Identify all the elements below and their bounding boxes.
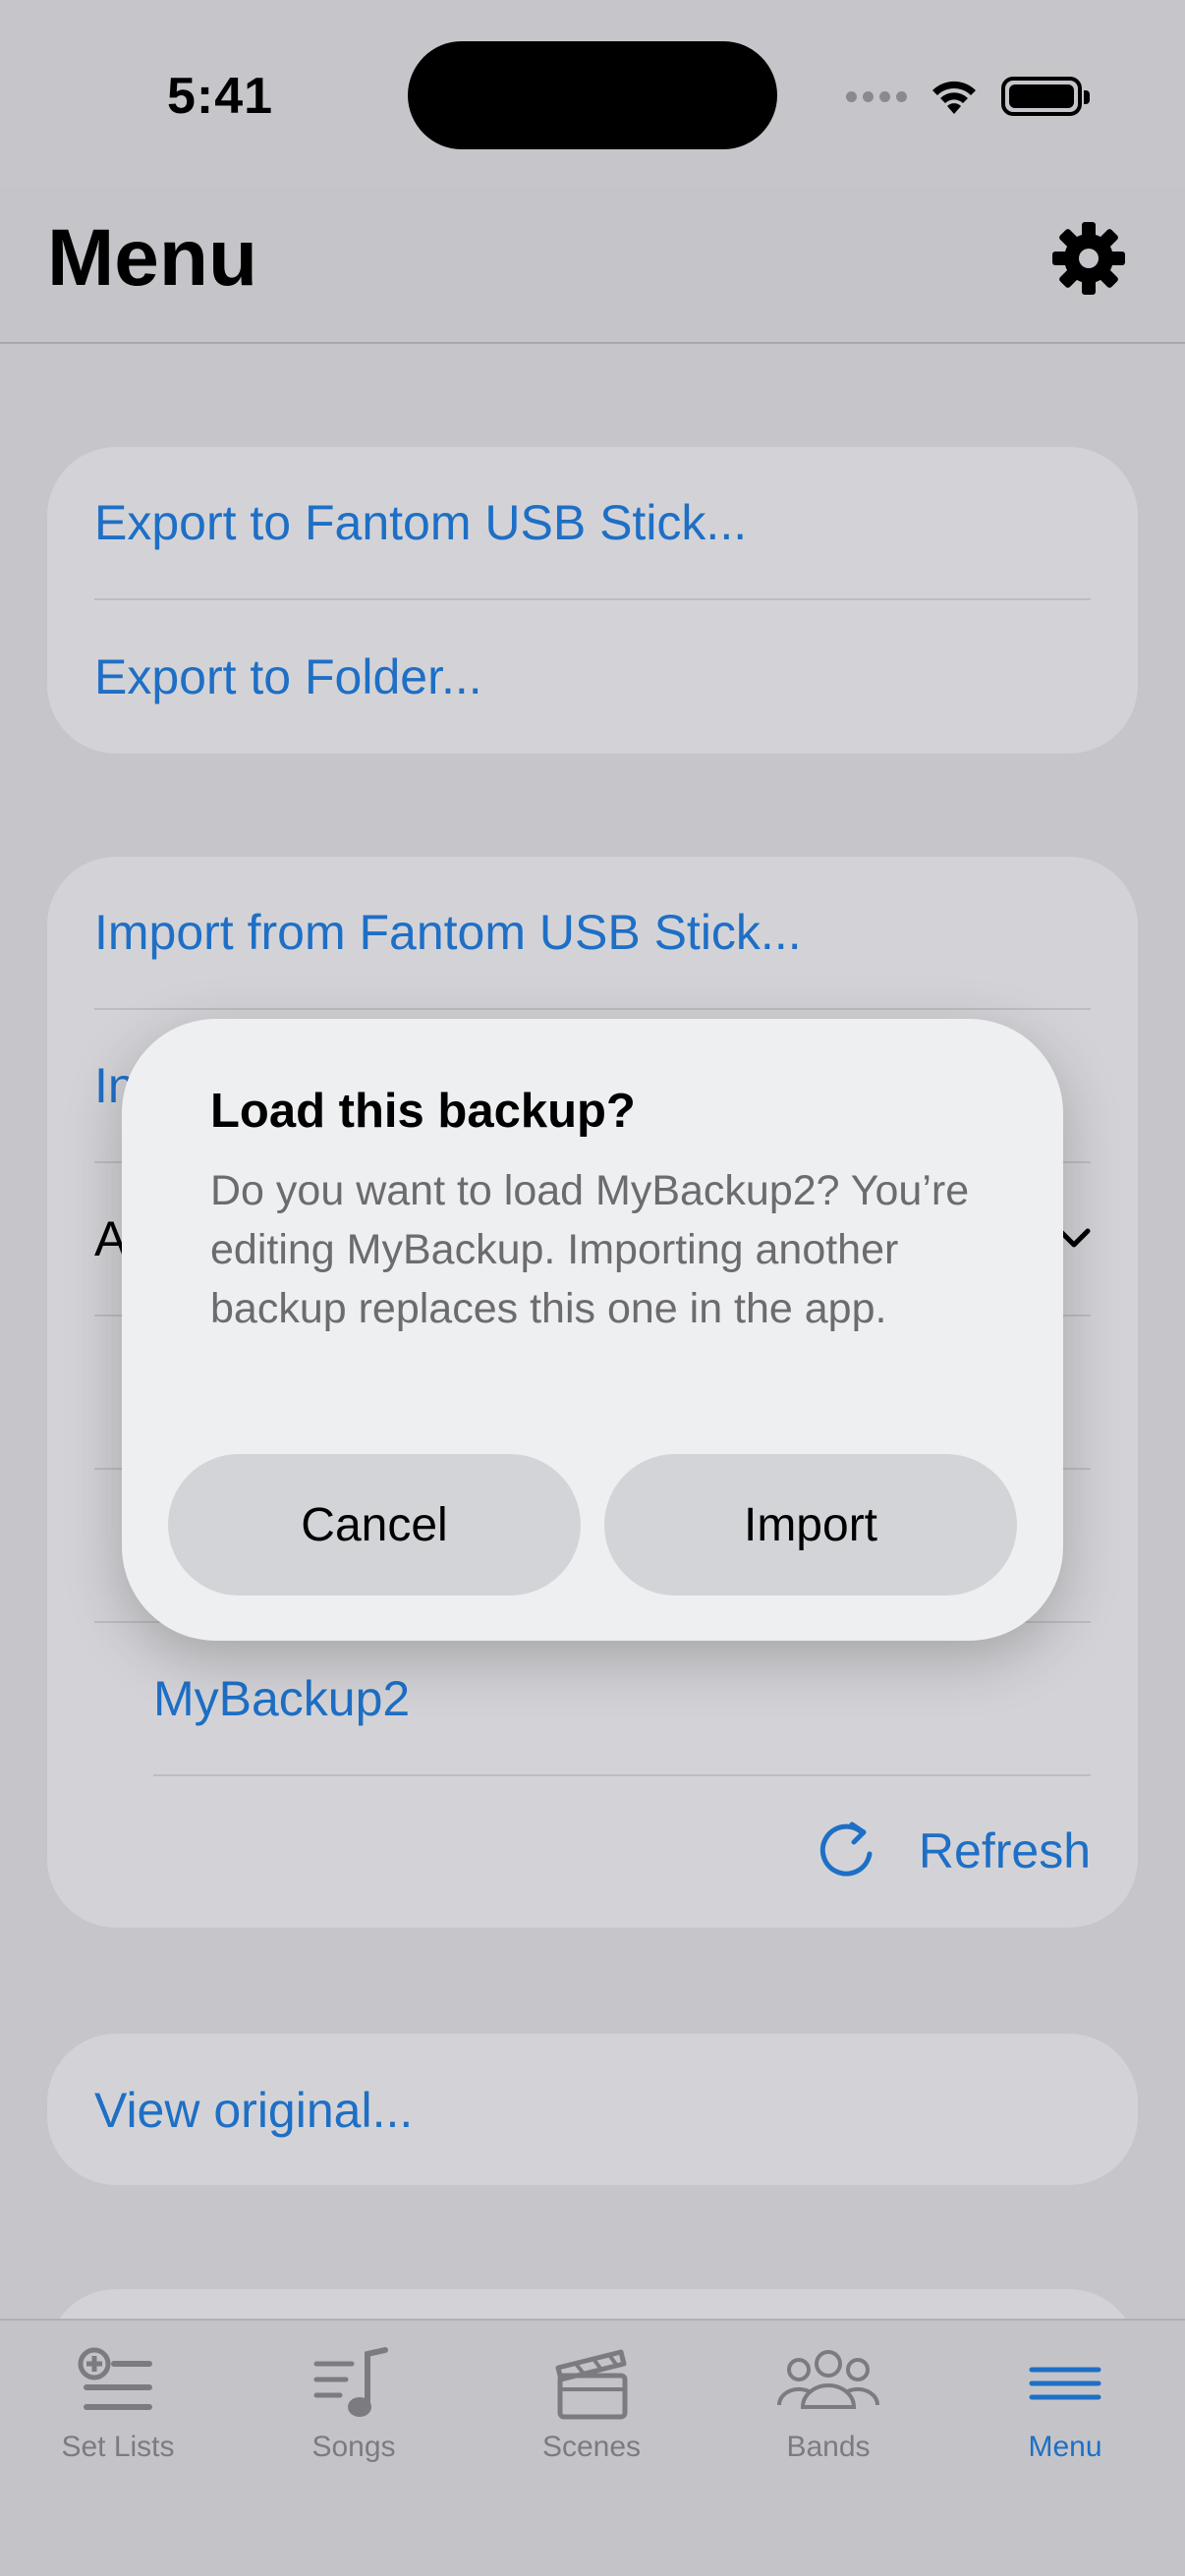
export-folder-button[interactable]: Export to Folder...	[94, 600, 1091, 754]
view-original-button[interactable]: View original...	[94, 2034, 1091, 2185]
songs-icon	[313, 2347, 388, 2417]
scenes-icon	[555, 2349, 628, 2420]
tab-bands[interactable]: Bands	[730, 2344, 927, 2482]
export-usb-button[interactable]: Export to Fantom USB Stick...	[94, 447, 1091, 600]
tab-label: Songs	[311, 2431, 396, 2463]
tab-label: Scenes	[541, 2431, 642, 2463]
settings-button[interactable]	[1051, 221, 1126, 296]
bands-icon	[776, 2350, 880, 2409]
tab-scenes[interactable]: Scenes	[493, 2344, 690, 2482]
import-button[interactable]: Import	[604, 1454, 1017, 1596]
refresh-icon	[819, 1821, 873, 1876]
refresh-button[interactable]: Refresh	[94, 1774, 1091, 1928]
status-time: 5:41	[167, 68, 274, 125]
navigation-bar: Menu	[0, 187, 1185, 344]
menu-icon	[1029, 2367, 1101, 2400]
refresh-label: Refresh	[918, 1823, 1091, 1878]
status-bar: 5:41	[0, 0, 1185, 187]
screen: 5:41 Menu Export to Fantom USB Stick... …	[0, 0, 1185, 2576]
view-section: View original...	[47, 2034, 1138, 2185]
dynamic-island	[408, 41, 777, 149]
cancel-button[interactable]: Cancel	[168, 1454, 581, 1596]
cellular-signal-icon	[846, 90, 907, 102]
tab-label: Menu	[1028, 2431, 1102, 2463]
tab-label: Set Lists	[61, 2431, 175, 2463]
dialog-title: Load this backup?	[210, 1085, 636, 1138]
tab-menu[interactable]: Menu	[967, 2344, 1163, 2482]
dialog-message: Do you want to load MyBackup2? You’re ed…	[210, 1167, 970, 1332]
gear-icon	[1052, 222, 1125, 295]
import-usb-button[interactable]: Import from Fantom USB Stick...	[94, 857, 1091, 1010]
tab-set-lists[interactable]: Set Lists	[20, 2344, 216, 2482]
backup-item-mybackup2[interactable]: MyBackup2	[153, 1623, 1091, 1776]
export-section: Export to Fantom USB Stick... Export to …	[47, 447, 1138, 754]
tab-songs[interactable]: Songs	[255, 2344, 452, 2482]
battery-icon	[1001, 77, 1090, 116]
alert-dialog: Load this backup? Do you want to load My…	[122, 1019, 1063, 1641]
status-indicators	[846, 75, 1090, 118]
tab-bar: Set Lists Songs Scenes Bands Menu	[0, 2319, 1185, 2576]
wifi-icon	[932, 81, 976, 114]
page-title: Menu	[47, 213, 258, 303]
tab-label: Bands	[786, 2431, 871, 2463]
set-lists-icon	[78, 2347, 152, 2410]
